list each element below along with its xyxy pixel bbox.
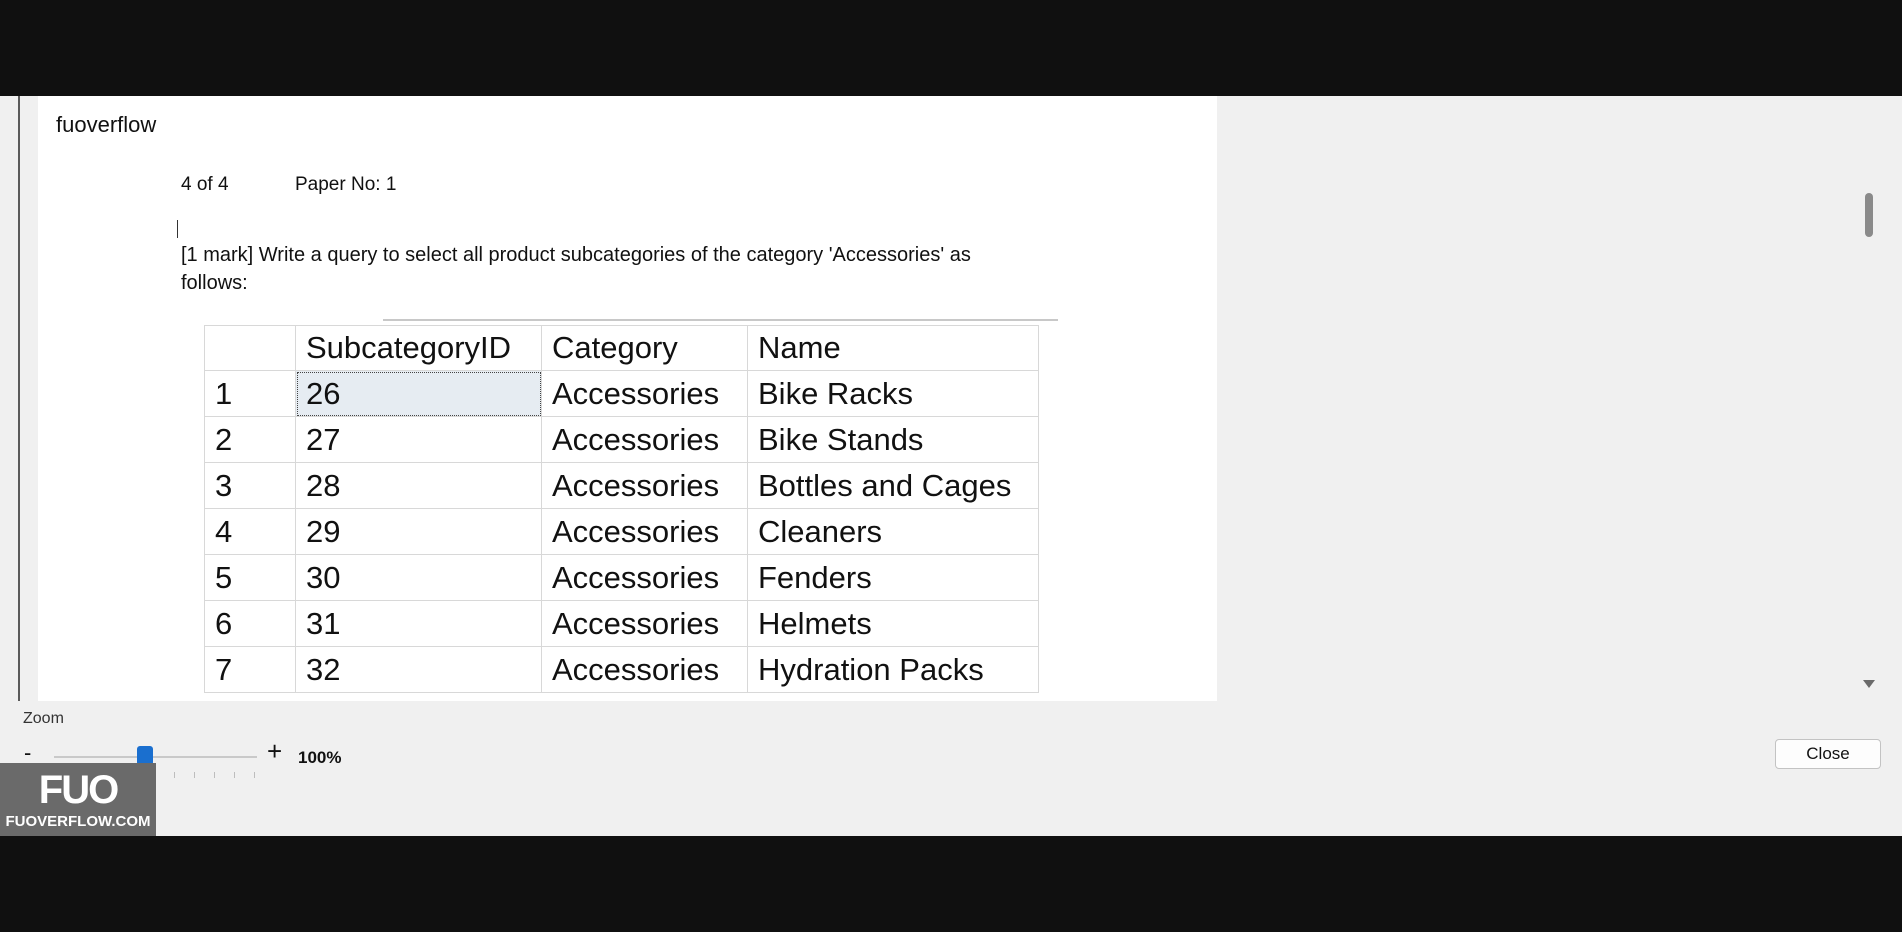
cell-name: Cleaners <box>747 508 1039 555</box>
logo-text: FUOVERFLOW.COM <box>5 813 151 830</box>
table-row: 3 28 Accessories Bottles and Cages <box>204 462 1039 509</box>
row-number: 1 <box>204 370 296 417</box>
fuoverflow-logo: FUO FUOVERFLOW.COM <box>0 763 156 836</box>
document-page: fuoverflow 4 of 4 Paper No: 1 [1 mark] W… <box>38 96 1217 701</box>
table-row: 1 26 Accessories Bike Racks <box>204 370 1039 417</box>
table-top-rule <box>383 319 1058 321</box>
row-number: 6 <box>204 600 296 647</box>
cell-name: Fenders <box>747 554 1039 601</box>
question-text: [1 mark] Write a query to select all pro… <box>181 241 1061 297</box>
cell-name: Bike Racks <box>747 370 1039 417</box>
column-header-name: Name <box>747 325 1039 371</box>
row-number: 7 <box>204 646 296 693</box>
image-viewer-window: fuoverflow 4 of 4 Paper No: 1 [1 mark] W… <box>0 96 1902 836</box>
table-row: 6 31 Accessories Helmets <box>204 600 1039 647</box>
question-line-2: follows: <box>181 272 248 294</box>
cell-category: Accessories <box>541 554 748 601</box>
cell-category: Accessories <box>541 600 748 647</box>
cell-name: Helmets <box>747 600 1039 647</box>
cell-name: Bottles and Cages <box>747 462 1039 509</box>
zoom-in-button[interactable]: + <box>267 736 282 767</box>
cell-subcategoryid: 27 <box>295 416 542 463</box>
row-number-header <box>204 325 296 371</box>
question-line-1: [1 mark] Write a query to select all pro… <box>181 244 971 266</box>
row-number: 2 <box>204 416 296 463</box>
cell-name: Hydration Packs <box>747 646 1039 693</box>
document-viewport: fuoverflow 4 of 4 Paper No: 1 [1 mark] W… <box>0 96 1902 701</box>
query-result-grid: SubcategoryID Category Name 1 26 Accesso… <box>204 325 1039 693</box>
table-row: 7 32 Accessories Hydration Packs <box>204 646 1039 693</box>
viewport-left-border <box>18 96 20 701</box>
logo-mark: FUO <box>38 768 119 812</box>
zoom-slider-track[interactable] <box>54 756 257 758</box>
column-header-category: Category <box>541 325 748 371</box>
scroll-down-arrow-icon[interactable] <box>1863 680 1875 688</box>
cell-subcategoryid: 32 <box>295 646 542 693</box>
table-row: 2 27 Accessories Bike Stands <box>204 416 1039 463</box>
cell-subcategoryid: 30 <box>295 554 542 601</box>
cell-name: Bike Stands <box>747 416 1039 463</box>
zoom-percentage: 100% <box>298 748 342 767</box>
cell-subcategoryid: 28 <box>295 462 542 509</box>
cell-subcategoryid: 29 <box>295 508 542 555</box>
row-number: 4 <box>204 508 296 555</box>
text-caret <box>177 220 178 238</box>
row-number: 3 <box>204 462 296 509</box>
close-button[interactable]: Close <box>1775 739 1881 769</box>
zoom-label: Zoom <box>23 710 64 727</box>
grid-header-row: SubcategoryID Category Name <box>204 325 1039 371</box>
cell-category: Accessories <box>541 416 748 463</box>
cell-category: Accessories <box>541 370 748 417</box>
vertical-scrollbar[interactable] <box>1856 96 1902 701</box>
row-number: 5 <box>204 554 296 601</box>
watermark-label: fuoverflow <box>48 110 165 140</box>
page-counter: 4 of 4 <box>181 174 229 195</box>
paper-number: Paper No: 1 <box>295 174 397 195</box>
cell-category: Accessories <box>541 646 748 693</box>
cell-subcategoryid: 31 <box>295 600 542 647</box>
selected-cell-subcategoryid: 26 <box>295 370 542 417</box>
cell-category: Accessories <box>541 462 748 509</box>
table-row: 5 30 Accessories Fenders <box>204 554 1039 601</box>
table-row: 4 29 Accessories Cleaners <box>204 508 1039 555</box>
scrollbar-thumb[interactable] <box>1865 193 1873 237</box>
column-header-subcategoryid: SubcategoryID <box>295 325 542 371</box>
cell-category: Accessories <box>541 508 748 555</box>
